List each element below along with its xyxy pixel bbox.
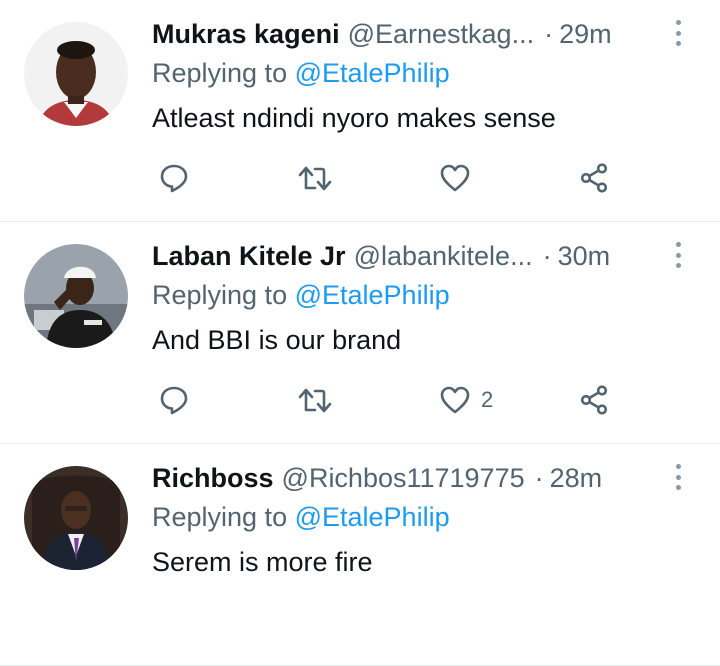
tweet-text: And BBI is our brand [152,325,402,355]
tweet-text: Atleast ndindi nyoro makes sense [152,103,556,133]
like-count: 2 [481,387,494,412]
replying-to: Replying to @EtalePhilip [152,502,450,533]
reply-button[interactable] [158,158,190,198]
timestamp[interactable]: 28m [550,463,603,494]
tweet[interactable]: Richboss @Richbos11719775 · 28m Replying… [0,444,720,666]
mention-link[interactable]: @EtalePhilip [295,58,450,88]
retweet-button[interactable] [297,158,333,198]
avatar[interactable] [24,466,128,570]
separator-dot: · [542,240,552,271]
tweet-actions [152,158,632,198]
retweet-icon [298,388,332,413]
tweet-header: Laban Kitele Jr @labankitele... · 30m [152,238,650,274]
like-button[interactable]: 2 [439,380,493,420]
avatar[interactable] [24,244,128,348]
timestamp[interactable]: 29m [559,19,612,50]
user-name[interactable]: Laban Kitele Jr [152,241,346,272]
share-button[interactable] [578,380,610,420]
tweet-actions: 2 [152,380,632,420]
mention-link[interactable]: @EtalePhilip [295,280,450,310]
tweet[interactable]: Mukras kageni @Earnestkag... · 29m Reply… [0,0,720,222]
more-options-icon[interactable] [668,240,688,270]
more-options-icon[interactable] [668,462,688,492]
avatar[interactable] [24,22,128,126]
tweet-text: Serem is more fire [152,547,373,577]
reply-icon [160,386,188,415]
heart-icon [440,386,470,414]
share-icon [580,385,608,415]
replying-prefix: Replying to [152,58,295,88]
replying-prefix: Replying to [152,502,295,532]
user-handle[interactable]: @labankitele... [354,241,533,272]
user-name[interactable]: Richboss [152,463,274,494]
heart-icon [440,164,470,192]
reply-icon [160,164,188,193]
separator-dot: · [544,18,554,49]
tweet-header: Mukras kageni @Earnestkag... · 29m [152,16,650,52]
mention-link[interactable]: @EtalePhilip [295,502,450,532]
reply-button[interactable] [158,380,190,420]
share-button[interactable] [578,158,610,198]
replying-to: Replying to @EtalePhilip [152,58,450,89]
separator-dot: · [534,462,544,493]
retweet-button[interactable] [297,380,333,420]
user-handle[interactable]: @Earnestkag... [348,19,535,50]
like-button[interactable] [439,158,471,198]
timestamp[interactable]: 30m [558,241,611,272]
replying-to: Replying to @EtalePhilip [152,280,450,311]
retweet-icon [298,166,332,191]
tweet[interactable]: Laban Kitele Jr @labankitele... · 30m Re… [0,222,720,444]
share-icon [580,163,608,193]
user-name[interactable]: Mukras kageni [152,19,340,50]
replying-prefix: Replying to [152,280,295,310]
more-options-icon[interactable] [668,18,688,48]
user-handle[interactable]: @Richbos11719775 [282,463,525,494]
tweet-header: Richboss @Richbos11719775 · 28m [152,460,650,496]
